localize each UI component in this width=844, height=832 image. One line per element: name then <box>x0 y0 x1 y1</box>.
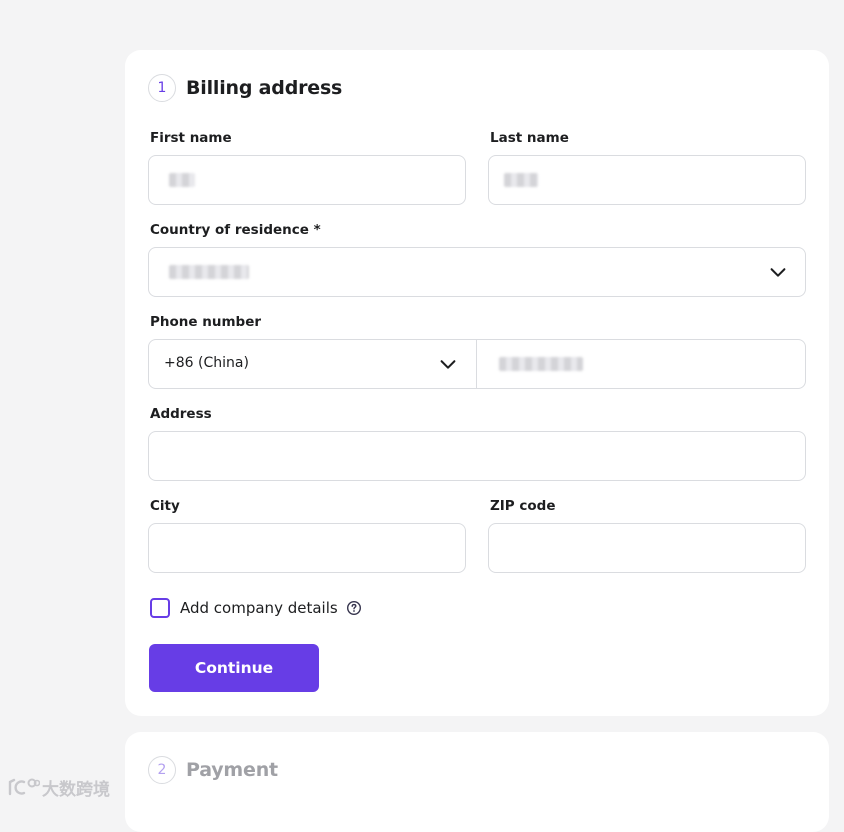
company-details-checkbox[interactable] <box>150 598 170 618</box>
address-label: Address <box>150 406 212 422</box>
country-label: Country of residence * <box>150 222 321 238</box>
chevron-down-icon <box>440 360 456 369</box>
country-redacted-value <box>169 265 249 279</box>
last-name-redacted-value <box>504 173 538 187</box>
address-input[interactable] <box>148 431 806 481</box>
last-name-input[interactable] <box>488 155 806 205</box>
payment-step-title: Payment <box>186 759 278 781</box>
billing-step-header: 1 Billing address <box>148 74 342 102</box>
billing-step-number: 1 <box>148 74 176 102</box>
first-name-input[interactable] <box>148 155 466 205</box>
phone-number-redacted-value <box>499 357 583 371</box>
payment-step-number: 2 <box>148 756 176 784</box>
zip-label: ZIP code <box>490 498 556 514</box>
phone-field: +86 (China) <box>148 339 806 389</box>
billing-step-title: Billing address <box>186 77 343 99</box>
phone-country-code-select[interactable]: +86 (China) <box>149 340 476 388</box>
last-name-label: Last name <box>490 130 569 146</box>
billing-address-card: 1 Billing address First name Last name C… <box>125 50 829 716</box>
watermark-text: 大数跨境 <box>42 779 110 800</box>
chevron-down-icon <box>770 268 786 277</box>
first-name-label: First name <box>150 130 232 146</box>
country-select[interactable] <box>148 247 806 297</box>
watermark-logo-icon <box>8 778 40 796</box>
payment-card[interactable]: 2 Payment <box>125 732 829 832</box>
phone-number-input[interactable] <box>477 340 805 388</box>
phone-country-code-value: +86 (China) <box>164 355 249 371</box>
first-name-redacted-value <box>169 173 195 187</box>
question-circle-icon[interactable] <box>346 600 362 616</box>
company-details-label[interactable]: Add company details <box>180 599 338 617</box>
phone-label: Phone number <box>150 314 262 330</box>
continue-button[interactable]: Continue <box>149 644 319 692</box>
payment-step-header: 2 Payment <box>148 756 278 784</box>
company-details-row: Add company details <box>150 598 362 618</box>
watermark: 大数跨境 <box>6 774 110 800</box>
city-label: City <box>150 498 180 514</box>
zip-input[interactable] <box>488 523 806 573</box>
city-input[interactable] <box>148 523 466 573</box>
